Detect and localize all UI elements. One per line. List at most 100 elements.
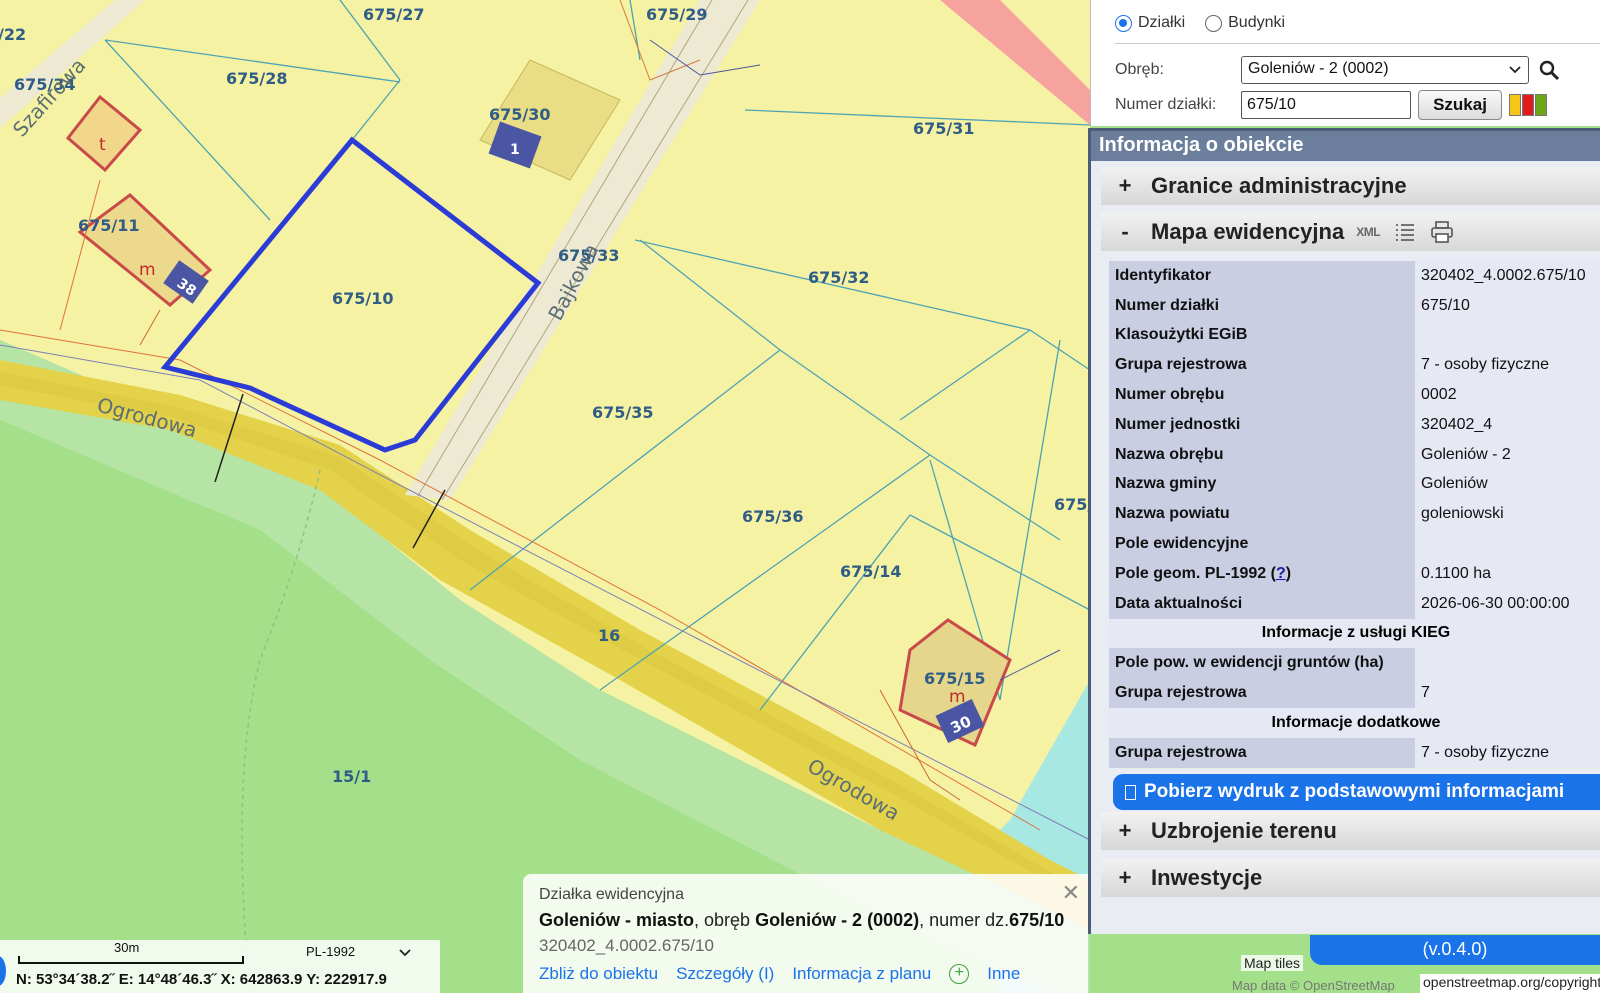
xml-icon[interactable]: XML xyxy=(1356,225,1380,239)
attr-key: Grupa rejestrowa xyxy=(1109,678,1415,708)
section-utilities[interactable]: + Uzbrojenie terenu xyxy=(1101,812,1600,850)
document-icon xyxy=(1125,784,1136,800)
list-icon[interactable] xyxy=(1394,221,1416,243)
attr-key: Numer działki xyxy=(1109,290,1415,321)
chevron-down-icon[interactable] xyxy=(398,942,412,962)
popup-text: , numer dz. xyxy=(919,910,1010,930)
color-swatches[interactable] xyxy=(1509,94,1547,116)
attr-key-suffix: ) xyxy=(1285,564,1292,582)
parcel-label: 675/27 xyxy=(363,5,425,24)
help-link[interactable]: ? xyxy=(1276,565,1286,582)
table-row: Grupa rejestrowa 7 - osoby fizyczne xyxy=(1109,350,1600,381)
table-row: Nazwa obrębu Goleniów - 2 xyxy=(1109,439,1600,470)
popup-text: , obręb xyxy=(694,910,756,930)
table-subheader: Informacje z usługi KIEG xyxy=(1109,618,1600,649)
table-row: Nazwa powiatu goleniowski xyxy=(1109,499,1600,530)
scalebar: 30m PL-1992 N: 53°34´38.2˝ E: 14°48´46.3… xyxy=(0,940,440,993)
popup-category: Działka ewidencyjna xyxy=(539,886,684,903)
radio-parcels[interactable]: Działki xyxy=(1115,14,1185,32)
building-type: t xyxy=(99,135,106,155)
locate-icon[interactable] xyxy=(0,956,6,986)
osm-copyright-link[interactable]: openstreetmap.org/copyright xyxy=(1420,974,1600,993)
extra-header: Informacje dodatkowe xyxy=(1109,707,1600,738)
attr-value xyxy=(1415,648,1600,679)
radio-checked-icon xyxy=(1115,14,1132,32)
table-row: Numer jednostki 320402_4 xyxy=(1109,409,1600,440)
search-button[interactable]: Szukaj xyxy=(1418,90,1502,120)
search-panel: Działki Budynki Obręb: Goleniów - 2 (000… xyxy=(1090,0,1600,126)
table-row: Klasoużytki EGiB xyxy=(1109,320,1600,351)
attr-value: 2026-06-30 00:00:00 xyxy=(1415,588,1600,619)
download-printout-button[interactable]: Pobierz wydruk z podstawowymi informacja… xyxy=(1113,774,1600,810)
attr-value: 675/10 xyxy=(1415,290,1600,321)
plus-circle-icon[interactable]: + xyxy=(949,964,970,984)
attr-value: 7 xyxy=(1415,678,1600,708)
swatch-yellow[interactable] xyxy=(1509,94,1521,116)
table-row: Pole pow. w ewidencji gruntów (ha) xyxy=(1109,648,1600,679)
popup-location: Goleniów - miasto, obręb Goleniów - 2 (0… xyxy=(539,910,1072,931)
attr-key: Grupa rejestrowa xyxy=(1109,350,1415,381)
section-cadastral-map[interactable]: - Mapa ewidencyjna XML xyxy=(1101,213,1600,251)
popup-links: Zbliż do obiektu Szczegóły (I) Informacj… xyxy=(539,964,1072,984)
parcel-label: 675/32 xyxy=(808,268,870,287)
parcel-label: /22 xyxy=(0,25,26,44)
printer-icon[interactable] xyxy=(1430,220,1454,244)
attr-key: Pole geom. PL-1992 (?) xyxy=(1109,558,1415,589)
table-row: Numer obrębu 0002 xyxy=(1109,380,1600,410)
radio-buildings[interactable]: Budynki xyxy=(1205,14,1285,32)
attr-key: Numer obrębu xyxy=(1109,380,1415,410)
attr-value: 0.1100 ha xyxy=(1415,558,1600,589)
close-icon[interactable]: ✕ xyxy=(1062,880,1080,906)
section-investments[interactable]: + Inwestycje xyxy=(1101,859,1600,897)
obreb-select-value: Goleniów - 2 (0002) xyxy=(1248,60,1389,77)
scale-text: 30m xyxy=(114,940,140,955)
table-row: Nazwa gminy Goleniów xyxy=(1109,469,1600,500)
attr-key-text: Pole geom. PL-1992 ( xyxy=(1115,564,1276,582)
swatch-green[interactable] xyxy=(1535,94,1547,116)
attr-value: 320402_4 xyxy=(1415,409,1600,440)
building-number: 1 xyxy=(510,142,520,158)
parcel-label: 675/14 xyxy=(840,562,902,581)
parcel-label: 15/1 xyxy=(332,767,371,786)
parcel-label: 675/30 xyxy=(489,105,551,124)
section-admin-boundaries[interactable]: + Granice administracyjne xyxy=(1101,167,1600,205)
expand-icon: + xyxy=(1118,865,1132,890)
details-link[interactable]: Szczegóły (I) xyxy=(676,964,774,984)
parcel-label: 675/36 xyxy=(742,507,804,526)
section-label: Granice administracyjne xyxy=(1151,173,1407,198)
attr-value xyxy=(1415,529,1600,559)
parcel-number-input[interactable] xyxy=(1241,91,1411,119)
map-data-attribution: Map data © OpenStreetMap xyxy=(1232,978,1395,993)
attributes-table: Identyfikator 320402_4.0002.675/10 Numer … xyxy=(1109,261,1600,768)
table-row: Grupa rejestrowa 7 - osoby fizyczne xyxy=(1109,737,1600,768)
popup-municipality: Goleniów - miasto xyxy=(539,910,695,930)
radio-unchecked-icon xyxy=(1205,14,1223,32)
other-link[interactable]: Inne xyxy=(987,964,1020,984)
attr-key: Pole pow. w ewidencji gruntów (ha) xyxy=(1109,648,1415,679)
obreb-select[interactable]: Goleniów - 2 (0002) xyxy=(1241,56,1529,84)
attr-value: 320402_4.0002.675/10 xyxy=(1415,261,1600,291)
popup-precinct: Goleniów - 2 (0002) xyxy=(755,910,920,930)
version-badge: (v.0.4.0) xyxy=(1310,935,1600,965)
attr-key: Pole ewidencyjne xyxy=(1109,529,1415,559)
parcel-label: 675/11 xyxy=(78,216,140,235)
crs-select[interactable]: PL-1992 xyxy=(306,944,355,959)
scale-line xyxy=(18,956,244,964)
radio-parcels-label: Działki xyxy=(1138,14,1186,31)
zoom-to-object-link[interactable]: Zbliż do obiektu xyxy=(539,964,658,984)
attr-key: Nazwa gminy xyxy=(1109,469,1415,500)
info-panel-title: Informacja o obiekcie xyxy=(1091,131,1600,161)
attr-value: goleniowski xyxy=(1415,499,1600,530)
kieg-header: Informacje z usługi KIEG xyxy=(1109,618,1600,649)
table-row: Data aktualności 2026-06-30 00:00:00 xyxy=(1109,588,1600,619)
swatch-red[interactable] xyxy=(1522,94,1534,116)
popup-parcel-number: 675/10 xyxy=(1009,910,1065,930)
plan-info-link[interactable]: Informacja z planu xyxy=(792,964,931,984)
parcel-label: 675/31 xyxy=(913,119,975,138)
parcel-label: 16 xyxy=(598,626,620,645)
parcel-number-label: Numer działki: xyxy=(1115,96,1217,113)
radio-buildings-label: Budynki xyxy=(1228,14,1286,31)
coordinates-readout: N: 53°34´38.2˝ E: 14°48´46.3˝ X: 642863.… xyxy=(16,971,387,988)
search-icon[interactable] xyxy=(1537,58,1561,82)
chevron-down-icon xyxy=(1509,66,1521,74)
